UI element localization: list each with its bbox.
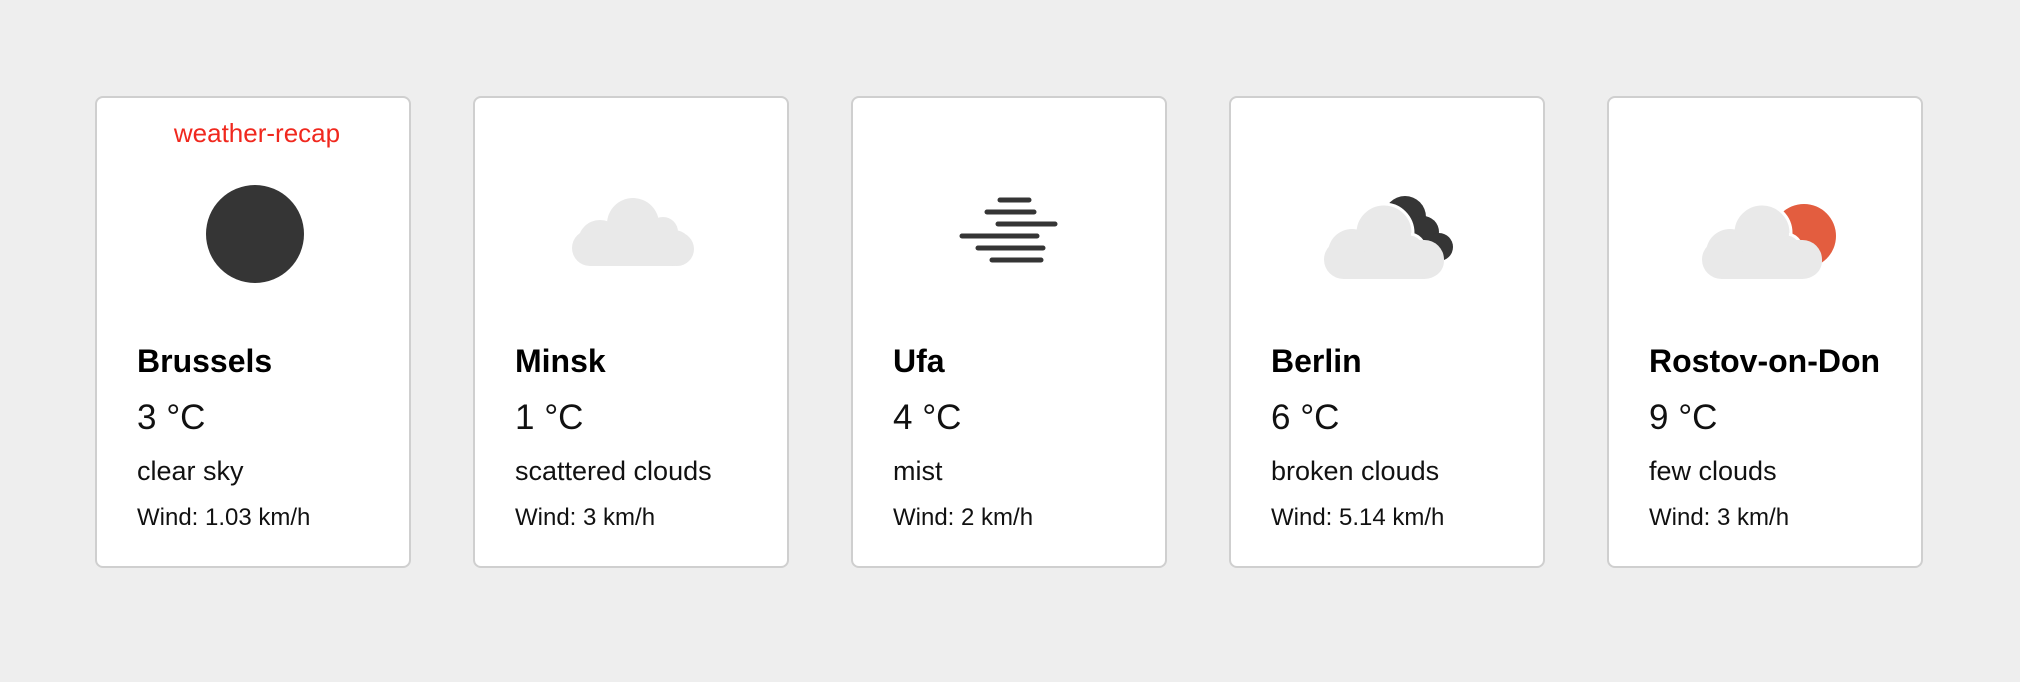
weather-card-minsk: Minsk 1 °C scattered clouds Wind: 3 km/h <box>473 96 789 568</box>
temperature: 4 °C <box>893 398 962 437</box>
city-name: Rostov-on-Don <box>1649 343 1881 379</box>
broken-clouds-icon <box>1299 172 1479 312</box>
wind-speed: Wind: 3 km/h <box>515 504 656 531</box>
cloud-icon <box>543 172 723 312</box>
clear-sky-icon <box>165 172 345 312</box>
city-name: Ufa <box>893 343 945 379</box>
wind-speed: Wind: 3 km/h <box>1649 504 1790 531</box>
wind-speed: Wind: 1.03 km/h <box>137 504 311 531</box>
few-clouds-icon <box>1677 172 1857 312</box>
city-name: Brussels <box>137 343 273 379</box>
temperature: 9 °C <box>1649 398 1718 437</box>
weather-description: few clouds <box>1649 456 1777 486</box>
weather-description: broken clouds <box>1271 456 1440 486</box>
weather-card-brussels: weather-recap Brussels 3 °C clear sky Wi… <box>95 96 411 568</box>
wind-speed: Wind: 5.14 km/h <box>1271 504 1445 531</box>
weather-card-list: weather-recap Brussels 3 °C clear sky Wi… <box>95 96 1923 568</box>
weather-card-berlin: Berlin 6 °C broken clouds Wind: 5.14 km/… <box>1229 96 1545 568</box>
temperature: 6 °C <box>1271 398 1340 437</box>
weather-card-ufa: Ufa 4 °C mist Wind: 2 km/h <box>851 96 1167 568</box>
weather-description: mist <box>893 456 943 486</box>
wind-speed: Wind: 2 km/h <box>893 504 1034 531</box>
weather-card-rostov-on-don: Rostov-on-Don 9 °C few clouds Wind: 3 km… <box>1607 96 1923 568</box>
app-label: weather-recap <box>173 118 341 148</box>
mist-icon <box>921 172 1101 312</box>
city-name: Berlin <box>1271 343 1362 379</box>
temperature: 3 °C <box>137 398 206 437</box>
city-name: Minsk <box>515 343 606 379</box>
temperature: 1 °C <box>515 398 584 437</box>
weather-description: scattered clouds <box>515 456 712 486</box>
weather-description: clear sky <box>137 456 244 486</box>
